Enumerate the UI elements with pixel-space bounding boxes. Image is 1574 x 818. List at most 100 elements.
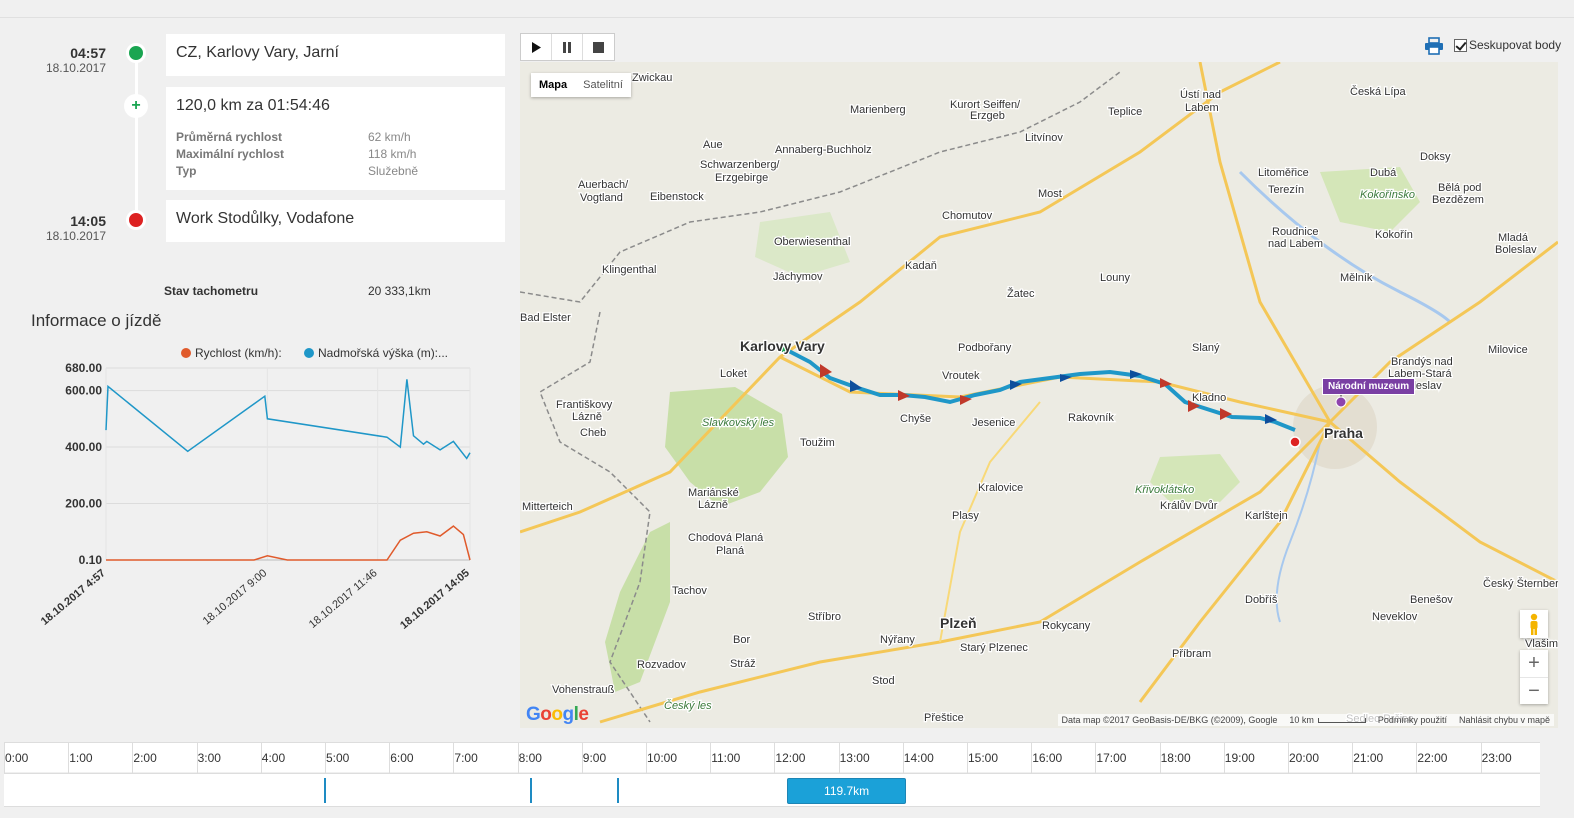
- timeline-hour: 18:00: [1159, 743, 1224, 773]
- map-place-label: Starý Plzenec: [960, 642, 1028, 654]
- trip-chart[interactable]: Rychlost (km/h): Nadmořská výška (m):... …: [0, 340, 500, 720]
- map-place-label: Milovice: [1488, 344, 1528, 356]
- google-logo: Google: [526, 704, 589, 725]
- end-marker-icon: [126, 210, 146, 230]
- printer-icon[interactable]: [1424, 37, 1446, 57]
- map-place-label: Lázně: [698, 499, 728, 511]
- timeline-hour: 22:00: [1416, 743, 1480, 773]
- map-canvas[interactable]: ZwickauMarienberg Kurort Seiffen/ErzgebLi…: [520, 62, 1558, 728]
- map-place-label: Ústí nad: [1180, 88, 1221, 101]
- map-type-satellite[interactable]: Satelitní: [575, 73, 631, 97]
- pegman-icon[interactable]: [1520, 610, 1548, 638]
- zoom-controls: + −: [1520, 650, 1548, 704]
- map-place-label: Louny: [1100, 272, 1130, 284]
- timeline-hour: 6:00: [389, 743, 453, 773]
- map-place-label: Karlovy Vary: [740, 338, 825, 354]
- map-place-label: Dubá: [1370, 167, 1397, 179]
- map-place-label: Nýřany: [880, 634, 915, 646]
- map-place-label: Žatec: [1007, 287, 1035, 300]
- map-place-label: Labem: [1185, 102, 1219, 114]
- map-place-label: Auerbach/: [578, 179, 629, 191]
- timeline-hour: 9:00: [581, 743, 646, 773]
- route-map[interactable]: Zwickau Marienberg Kurort Seiffen/Erzgeb Li…: [520, 62, 1558, 728]
- map-place-label: Křivoklátsko: [1135, 484, 1194, 496]
- poi-label[interactable]: Národní muzeum: [1322, 378, 1416, 395]
- timeline-event-tick[interactable]: [530, 778, 533, 803]
- map-place-label: Eibenstock: [650, 191, 704, 203]
- map-place-label: Rokycany: [1042, 620, 1091, 632]
- zoom-out-button[interactable]: −: [1520, 677, 1548, 704]
- map-place-label: Kokořín: [1375, 229, 1413, 241]
- legend-marker: [181, 348, 191, 358]
- top-divider: [0, 17, 1574, 18]
- map-place-label: Slavkovský les: [702, 417, 775, 429]
- map-type-switch: Mapa Satelitní: [531, 73, 631, 97]
- day-timeline-hours: 0:00 1:00 2:00 3:00 4:00 5:00 6:00 7:00 8:00 9:00…: [4, 742, 1540, 773]
- map-place-label: Dobříš: [1245, 594, 1278, 606]
- timeline-trip-segment[interactable]: 119.7km: [787, 778, 906, 804]
- timeline-hour: 7:00: [453, 743, 517, 773]
- end-place: Work Stodůlky, Vodafone: [176, 210, 355, 227]
- map-place-label: Stod: [872, 675, 895, 687]
- start-place-card[interactable]: CZ, Karlovy Vary, Jarní: [166, 34, 505, 76]
- start-place: CZ, Karlovy Vary, Jarní: [176, 44, 339, 61]
- series-line-1: [105, 379, 471, 460]
- map-place-label: Stráž: [730, 658, 756, 670]
- odometer-label: Stav tachometru: [164, 284, 259, 298]
- plus-icon[interactable]: +: [124, 94, 148, 118]
- start-timestamp: 04:57 18.10.2017: [20, 45, 106, 76]
- map-place-label: Vlašim: [1525, 638, 1558, 650]
- legend-label: Nadmořská výška (m):...: [318, 346, 448, 360]
- map-place-label: Podbořany: [958, 342, 1012, 354]
- end-timestamp: 14:05 18.10.2017: [20, 213, 106, 244]
- group-points-checkbox[interactable]: [1454, 38, 1467, 52]
- map-place-label: Český Šternberk: [1483, 577, 1558, 590]
- legend-label: Rychlost (km/h):: [195, 346, 282, 360]
- day-timeline-track[interactable]: 119.7km: [4, 773, 1540, 807]
- route-end-marker: [1289, 436, 1301, 448]
- timeline-hour: 5:00: [325, 743, 389, 773]
- zoom-in-button[interactable]: +: [1520, 650, 1548, 677]
- map-place-label: Roudnice: [1272, 226, 1318, 238]
- timeline-connector: [135, 55, 138, 220]
- map-place-label: Stříbro: [808, 611, 841, 623]
- timeline-hour: 11:00: [710, 743, 774, 773]
- pause-icon[interactable]: [552, 34, 583, 60]
- timeline-hour: 3:00: [196, 743, 261, 773]
- terms-link[interactable]: Podmínky použití: [1378, 715, 1447, 725]
- map-place-label: Plasy: [952, 510, 979, 522]
- timeline-event-tick[interactable]: [617, 778, 620, 803]
- timeline-hour: 17:00: [1095, 743, 1159, 773]
- map-place-label: Most: [1038, 188, 1062, 200]
- group-points-toggle[interactable]: Seskupovat body: [1454, 38, 1561, 52]
- map-place-label: Jáchymov: [773, 271, 823, 283]
- map-place-label: Bělá pod: [1438, 182, 1481, 194]
- map-place-label: Bor: [733, 634, 750, 646]
- map-type-map[interactable]: Mapa: [531, 73, 575, 97]
- map-place-label: Rakovník: [1068, 412, 1114, 424]
- start-marker-icon: [126, 43, 146, 63]
- map-place-label: Planá: [716, 545, 745, 557]
- play-icon[interactable]: [521, 34, 552, 60]
- map-place-label: Doksy: [1420, 151, 1451, 163]
- timeline-event-tick[interactable]: [323, 778, 326, 803]
- map-place-label: Praha: [1324, 425, 1363, 441]
- report-error-link[interactable]: Nahlásit chybu v mapě: [1459, 715, 1550, 725]
- stop-icon[interactable]: [583, 34, 614, 60]
- map-data-credit: Data map ©2017 GeoBasis-DE/BKG (©2009), …: [1061, 715, 1278, 725]
- playback-controls: [520, 33, 615, 61]
- map-place-label: Boleslav: [1495, 244, 1537, 256]
- timeline-hour: 10:00: [646, 743, 710, 773]
- map-place-label: Vogtland: [580, 192, 623, 204]
- end-place-card[interactable]: Work Stodůlky, Vodafone: [166, 200, 505, 242]
- map-place-label: Litoměřice: [1258, 167, 1309, 179]
- timeline-hour: 23:00: [1480, 743, 1545, 773]
- map-place-label: Karlštejn: [1245, 510, 1288, 522]
- chart-y-tick-label: 0.10: [79, 553, 103, 567]
- timeline-hour: 2:00: [132, 743, 196, 773]
- map-place-label: Mělník: [1340, 272, 1373, 284]
- map-place-label: Benešov: [1410, 594, 1453, 606]
- chart-y-tick-label: 680.00: [65, 361, 102, 375]
- map-place-label: Mladá: [1498, 232, 1529, 244]
- start-date: 18.10.2017: [45, 61, 106, 75]
